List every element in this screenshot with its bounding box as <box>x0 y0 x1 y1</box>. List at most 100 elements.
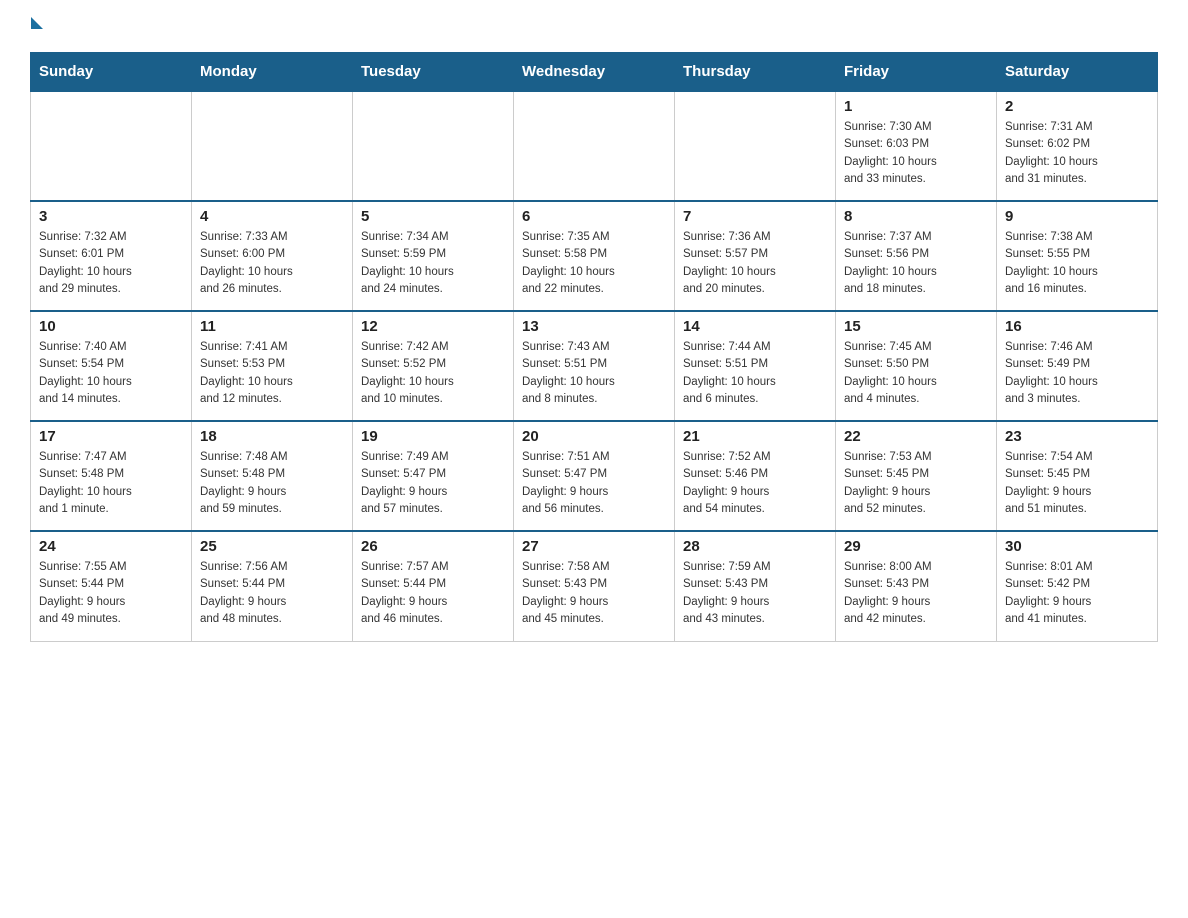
day-number: 8 <box>844 208 988 225</box>
day-number: 17 <box>39 428 183 445</box>
day-number: 16 <box>1005 318 1149 335</box>
day-number: 27 <box>522 538 666 555</box>
day-number: 7 <box>683 208 827 225</box>
calendar-cell: 14 Sunrise: 7:44 AM Sunset: 5:51 PM Dayli… <box>675 311 836 421</box>
day-header-monday: Monday <box>192 53 353 92</box>
day-number: 24 <box>39 538 183 555</box>
day-info: Sunrise: 8:00 AM Sunset: 5:43 PM Dayligh… <box>844 559 988 628</box>
day-info: Sunrise: 7:31 AM Sunset: 6:02 PM Dayligh… <box>1005 119 1149 188</box>
logo-triangle-icon <box>31 17 43 29</box>
day-number: 4 <box>200 208 344 225</box>
day-info: Sunrise: 7:30 AM Sunset: 6:03 PM Dayligh… <box>844 119 988 188</box>
day-info: Sunrise: 7:41 AM Sunset: 5:53 PM Dayligh… <box>200 339 344 408</box>
calendar-week-row: 24 Sunrise: 7:55 AM Sunset: 5:44 PM Dayli… <box>31 531 1158 641</box>
day-info: Sunrise: 7:42 AM Sunset: 5:52 PM Dayligh… <box>361 339 505 408</box>
day-number: 10 <box>39 318 183 335</box>
calendar-cell <box>31 91 192 201</box>
day-number: 25 <box>200 538 344 555</box>
calendar-cell: 3 Sunrise: 7:32 AM Sunset: 6:01 PM Daylig… <box>31 201 192 311</box>
calendar-cell <box>675 91 836 201</box>
calendar-cell: 26 Sunrise: 7:57 AM Sunset: 5:44 PM Dayli… <box>353 531 514 641</box>
day-header-sunday: Sunday <box>31 53 192 92</box>
calendar-cell: 17 Sunrise: 7:47 AM Sunset: 5:48 PM Dayli… <box>31 421 192 531</box>
calendar-cell: 9Sunrise: 7:38 AM Sunset: 5:55 PM Daylig… <box>997 201 1158 311</box>
calendar-cell: 11 Sunrise: 7:41 AM Sunset: 5:53 PM Dayli… <box>192 311 353 421</box>
day-number: 1 <box>844 98 988 115</box>
calendar-week-row: 3 Sunrise: 7:32 AM Sunset: 6:01 PM Daylig… <box>31 201 1158 311</box>
calendar-cell: 19Sunrise: 7:49 AM Sunset: 5:47 PM Dayli… <box>353 421 514 531</box>
day-header-thursday: Thursday <box>675 53 836 92</box>
day-info: Sunrise: 7:32 AM Sunset: 6:01 PM Dayligh… <box>39 229 183 298</box>
day-info: Sunrise: 7:47 AM Sunset: 5:48 PM Dayligh… <box>39 449 183 518</box>
calendar-header-row: SundayMondayTuesdayWednesdayThursdayFrid… <box>31 53 1158 92</box>
day-header-wednesday: Wednesday <box>514 53 675 92</box>
calendar-cell: 23 Sunrise: 7:54 AM Sunset: 5:45 PM Dayli… <box>997 421 1158 531</box>
day-info: Sunrise: 8:01 AM Sunset: 5:42 PM Dayligh… <box>1005 559 1149 628</box>
calendar-cell: 10 Sunrise: 7:40 AM Sunset: 5:54 PM Dayli… <box>31 311 192 421</box>
day-info: Sunrise: 7:38 AM Sunset: 5:55 PM Dayligh… <box>1005 229 1149 298</box>
calendar-cell: 13 Sunrise: 7:43 AM Sunset: 5:51 PM Dayli… <box>514 311 675 421</box>
calendar-cell: 22 Sunrise: 7:53 AM Sunset: 5:45 PM Dayli… <box>836 421 997 531</box>
calendar-cell: 29 Sunrise: 8:00 AM Sunset: 5:43 PM Dayli… <box>836 531 997 641</box>
calendar-cell: 15Sunrise: 7:45 AM Sunset: 5:50 PM Dayli… <box>836 311 997 421</box>
day-number: 11 <box>200 318 344 335</box>
calendar-cell: 5Sunrise: 7:34 AM Sunset: 5:59 PM Daylig… <box>353 201 514 311</box>
day-info: Sunrise: 7:35 AM Sunset: 5:58 PM Dayligh… <box>522 229 666 298</box>
day-info: Sunrise: 7:48 AM Sunset: 5:48 PM Dayligh… <box>200 449 344 518</box>
day-number: 20 <box>522 428 666 445</box>
calendar-cell: 8 Sunrise: 7:37 AM Sunset: 5:56 PM Daylig… <box>836 201 997 311</box>
day-info: Sunrise: 7:46 AM Sunset: 5:49 PM Dayligh… <box>1005 339 1149 408</box>
day-header-friday: Friday <box>836 53 997 92</box>
logo <box>30 20 43 32</box>
day-info: Sunrise: 7:51 AM Sunset: 5:47 PM Dayligh… <box>522 449 666 518</box>
day-info: Sunrise: 7:56 AM Sunset: 5:44 PM Dayligh… <box>200 559 344 628</box>
day-header-saturday: Saturday <box>997 53 1158 92</box>
day-info: Sunrise: 7:58 AM Sunset: 5:43 PM Dayligh… <box>522 559 666 628</box>
day-number: 21 <box>683 428 827 445</box>
day-number: 23 <box>1005 428 1149 445</box>
calendar-cell: 1 Sunrise: 7:30 AM Sunset: 6:03 PM Daylig… <box>836 91 997 201</box>
day-info: Sunrise: 7:40 AM Sunset: 5:54 PM Dayligh… <box>39 339 183 408</box>
calendar-cell: 12 Sunrise: 7:42 AM Sunset: 5:52 PM Dayli… <box>353 311 514 421</box>
day-number: 13 <box>522 318 666 335</box>
calendar-cell: 21 Sunrise: 7:52 AM Sunset: 5:46 PM Dayli… <box>675 421 836 531</box>
day-number: 2 <box>1005 98 1149 115</box>
day-info: Sunrise: 7:54 AM Sunset: 5:45 PM Dayligh… <box>1005 449 1149 518</box>
day-number: 14 <box>683 318 827 335</box>
calendar-cell <box>514 91 675 201</box>
day-number: 26 <box>361 538 505 555</box>
calendar-cell: 16 Sunrise: 7:46 AM Sunset: 5:49 PM Dayli… <box>997 311 1158 421</box>
day-info: Sunrise: 7:57 AM Sunset: 5:44 PM Dayligh… <box>361 559 505 628</box>
day-info: Sunrise: 7:53 AM Sunset: 5:45 PM Dayligh… <box>844 449 988 518</box>
day-info: Sunrise: 7:37 AM Sunset: 5:56 PM Dayligh… <box>844 229 988 298</box>
day-info: Sunrise: 7:55 AM Sunset: 5:44 PM Dayligh… <box>39 559 183 628</box>
day-info: Sunrise: 7:33 AM Sunset: 6:00 PM Dayligh… <box>200 229 344 298</box>
calendar-week-row: 1 Sunrise: 7:30 AM Sunset: 6:03 PM Daylig… <box>31 91 1158 201</box>
day-number: 22 <box>844 428 988 445</box>
calendar-cell: 6Sunrise: 7:35 AM Sunset: 5:58 PM Daylig… <box>514 201 675 311</box>
day-info: Sunrise: 7:44 AM Sunset: 5:51 PM Dayligh… <box>683 339 827 408</box>
calendar-cell: 4 Sunrise: 7:33 AM Sunset: 6:00 PM Daylig… <box>192 201 353 311</box>
day-header-tuesday: Tuesday <box>353 53 514 92</box>
day-number: 28 <box>683 538 827 555</box>
calendar-cell: 27 Sunrise: 7:58 AM Sunset: 5:43 PM Dayli… <box>514 531 675 641</box>
day-info: Sunrise: 7:52 AM Sunset: 5:46 PM Dayligh… <box>683 449 827 518</box>
calendar-cell: 18 Sunrise: 7:48 AM Sunset: 5:48 PM Dayli… <box>192 421 353 531</box>
calendar-table: SundayMondayTuesdayWednesdayThursdayFrid… <box>30 52 1158 642</box>
calendar-cell <box>353 91 514 201</box>
page-header <box>30 20 1158 32</box>
calendar-week-row: 10 Sunrise: 7:40 AM Sunset: 5:54 PM Dayli… <box>31 311 1158 421</box>
calendar-cell <box>192 91 353 201</box>
calendar-week-row: 17 Sunrise: 7:47 AM Sunset: 5:48 PM Dayli… <box>31 421 1158 531</box>
day-number: 30 <box>1005 538 1149 555</box>
day-info: Sunrise: 7:34 AM Sunset: 5:59 PM Dayligh… <box>361 229 505 298</box>
calendar-cell: 20 Sunrise: 7:51 AM Sunset: 5:47 PM Dayli… <box>514 421 675 531</box>
day-number: 12 <box>361 318 505 335</box>
day-number: 18 <box>200 428 344 445</box>
calendar-cell: 30 Sunrise: 8:01 AM Sunset: 5:42 PM Dayli… <box>997 531 1158 641</box>
day-info: Sunrise: 7:36 AM Sunset: 5:57 PM Dayligh… <box>683 229 827 298</box>
calendar-cell: 2 Sunrise: 7:31 AM Sunset: 6:02 PM Daylig… <box>997 91 1158 201</box>
day-number: 3 <box>39 208 183 225</box>
day-info: Sunrise: 7:43 AM Sunset: 5:51 PM Dayligh… <box>522 339 666 408</box>
day-number: 29 <box>844 538 988 555</box>
